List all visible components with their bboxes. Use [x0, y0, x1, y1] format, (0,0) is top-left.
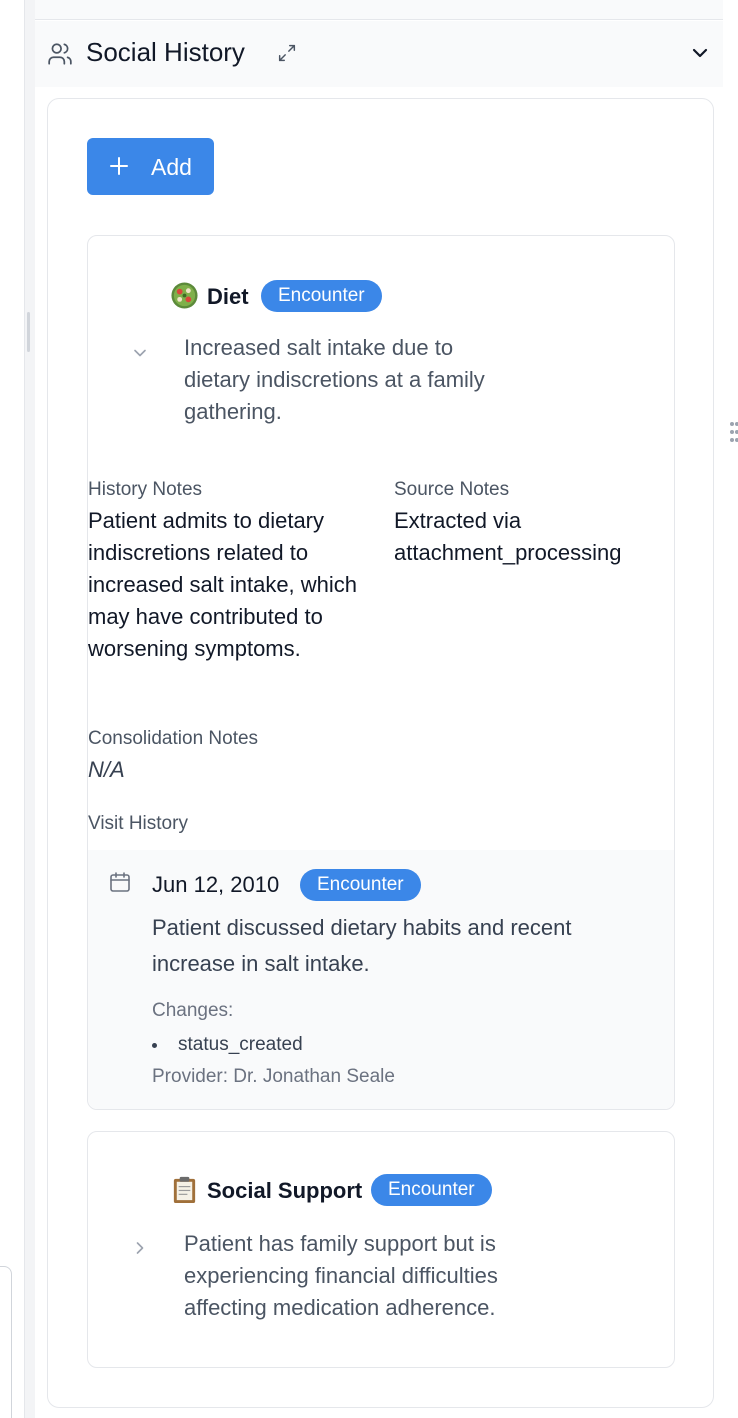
salad-icon	[171, 282, 198, 309]
item-summary: Increased salt intake due to dietary ind…	[184, 335, 485, 424]
encounter-badge: Encounter	[371, 1174, 492, 1206]
left-panel-card-edge	[0, 1266, 12, 1418]
bullet-icon	[152, 1043, 157, 1048]
change-text: status_created	[178, 1034, 303, 1055]
visit-provider: Provider: Dr. Jonathan Seale	[152, 1066, 395, 1087]
item-summary: Patient has family support but is experi…	[184, 1231, 498, 1320]
changes-label: Changes:	[152, 1000, 234, 1021]
history-notes-value: Patient admits to dietary indiscretions …	[88, 508, 358, 661]
expand-icon[interactable]	[276, 42, 298, 64]
source-notes-label: Source Notes	[394, 479, 510, 500]
section-title: Social History	[86, 37, 245, 67]
history-notes-label: History Notes	[88, 479, 203, 500]
consolidation-notes-value: N/A	[88, 757, 125, 782]
item-title: Social Support	[207, 1178, 363, 1203]
chevron-right-icon[interactable]	[130, 1238, 150, 1258]
encounter-badge: Encounter	[261, 280, 382, 312]
users-icon	[48, 43, 72, 65]
drag-handle-icon[interactable]	[730, 422, 738, 446]
visit-description: Patient discussed dietary habits and rec…	[152, 915, 572, 976]
right-panel-edge	[723, 0, 738, 1418]
history-item-card[interactable]: Social Support Encounter Patient has fam…	[87, 1131, 675, 1368]
add-button[interactable]: Add	[87, 138, 214, 195]
clipboard-icon	[173, 1176, 196, 1204]
social-history-panel: Add Diet Encounter Increased salt intake…	[47, 98, 714, 1408]
source-notes-value: Extracted via attachment_processing	[394, 508, 622, 565]
left-panel-edge	[0, 0, 25, 1418]
visit-history-entry: Jun 12, 2010 Encounter Patient discussed…	[88, 850, 674, 1109]
plus-icon	[110, 157, 128, 175]
calendar-icon	[110, 872, 130, 892]
resize-handle[interactable]	[27, 312, 30, 352]
chevron-down-icon[interactable]	[688, 41, 712, 65]
add-button-label: Add	[151, 154, 192, 180]
previous-section-header[interactable]	[35, 0, 723, 20]
main-column: Social History Add Diet Encounter Increa…	[35, 0, 723, 1418]
history-item-card[interactable]: Diet Encounter Increased salt intake due…	[87, 235, 675, 1110]
visit-history-label: Visit History	[88, 813, 188, 834]
item-title: Diet	[207, 284, 249, 309]
section-header[interactable]: Social History	[35, 21, 723, 87]
chevron-down-icon[interactable]	[130, 343, 150, 363]
encounter-badge: Encounter	[300, 869, 421, 901]
visit-date: Jun 12, 2010	[152, 872, 280, 897]
consolidation-notes-label: Consolidation Notes	[88, 728, 259, 749]
